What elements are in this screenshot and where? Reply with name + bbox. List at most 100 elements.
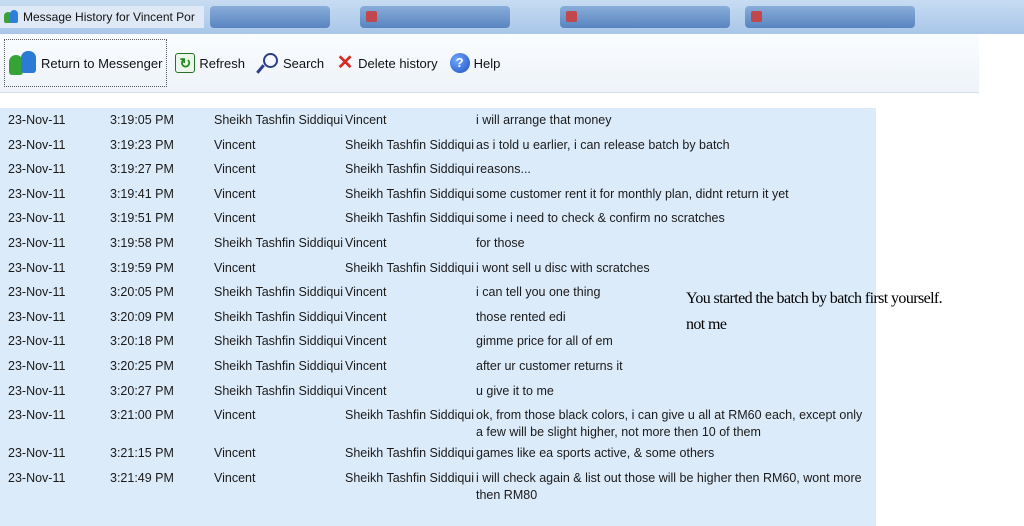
search-button[interactable]: Search <box>253 41 328 85</box>
row-date: 23-Nov-11 <box>8 285 66 300</box>
help-label: Help <box>473 55 501 71</box>
row-from: Sheikh Tashfin Siddiqui <box>214 309 344 324</box>
row-time: 3:21:00 PM <box>110 408 174 423</box>
row-message: reasons... <box>476 162 531 177</box>
messenger-buddies-icon <box>9 49 37 77</box>
row-time: 3:19:23 PM <box>110 137 174 152</box>
table-row[interactable]: 23-Nov-11 3:19:41 PM Vincent Sheikh Tashfin… <box>0 182 876 207</box>
window-title-area: Message History for Vincent Por <box>0 6 204 28</box>
return-to-messenger-button[interactable]: Return to Messenger <box>4 39 168 87</box>
row-time: 3:21:49 PM <box>110 470 174 485</box>
row-time: 3:19:58 PM <box>110 235 174 250</box>
table-row[interactable]: 23-Nov-11 3:21:49 PM Vincent Sheikh Tashfin… <box>0 466 876 504</box>
row-time: 3:20:09 PM <box>110 309 174 324</box>
blurred-taskbar-item[interactable] <box>560 6 730 28</box>
row-to: Sheikh Tashfin Siddiqui <box>345 470 475 485</box>
row-date: 23-Nov-11 <box>8 334 66 349</box>
help-icon: ? <box>449 53 470 73</box>
row-message: u give it to me <box>476 383 554 398</box>
row-to: Vincent <box>345 334 387 349</box>
row-date: 23-Nov-11 <box>8 162 66 177</box>
row-to: Sheikh Tashfin Siddiqui <box>345 137 475 152</box>
row-message: some i need to check & confirm no scratc… <box>476 211 725 226</box>
delete-history-button[interactable]: ✕ Delete history <box>332 41 441 85</box>
table-row[interactable]: 23-Nov-11 3:19:23 PM Vincent Sheikh Tashfin… <box>0 133 876 158</box>
row-message: after ur customer returns it <box>476 358 623 373</box>
row-to: Vincent <box>345 285 387 300</box>
row-from: Vincent <box>214 186 256 201</box>
row-message: some customer rent it for monthly plan, … <box>476 186 789 201</box>
row-to: Vincent <box>345 383 387 398</box>
row-to: Sheikh Tashfin Siddiqui <box>345 211 475 226</box>
blurred-taskbar-item[interactable] <box>360 6 510 28</box>
row-date: 23-Nov-11 <box>8 309 66 324</box>
row-to: Sheikh Tashfin Siddiqui <box>345 162 475 177</box>
window-title: Message History for Vincent Por <box>23 10 195 24</box>
row-date: 23-Nov-11 <box>8 186 66 201</box>
row-date: 23-Nov-11 <box>8 470 66 485</box>
toolbar: Return to Messenger ↻ Refresh Search ✕ D… <box>0 34 979 93</box>
row-from: Vincent <box>214 260 256 275</box>
table-row[interactable]: 23-Nov-11 3:21:15 PM Vincent Sheikh Tashfin… <box>0 441 876 466</box>
refresh-icon: ↻ <box>175 53 196 73</box>
refresh-button[interactable]: ↻ Refresh <box>171 41 249 85</box>
row-from: Vincent <box>214 137 256 152</box>
row-from: Vincent <box>214 470 256 485</box>
delete-x-icon: ✕ <box>336 52 354 74</box>
row-from: Vincent <box>214 408 256 423</box>
table-row[interactable]: 23-Nov-11 3:19:59 PM Vincent Sheikh Tashfin… <box>0 256 876 281</box>
row-date: 23-Nov-11 <box>8 358 66 373</box>
row-time: 3:20:05 PM <box>110 285 174 300</box>
row-date: 23-Nov-11 <box>8 383 66 398</box>
row-from: Sheikh Tashfin Siddiqui <box>214 235 344 250</box>
row-time: 3:20:25 PM <box>110 358 174 373</box>
row-message: i will check again & list out those will… <box>476 470 862 502</box>
background-taskbar <box>200 2 994 30</box>
row-message: for those <box>476 235 525 250</box>
row-time: 3:20:27 PM <box>110 383 174 398</box>
row-date: 23-Nov-11 <box>8 235 66 250</box>
delete-history-label: Delete history <box>358 55 438 71</box>
blurred-taskbar-item[interactable] <box>210 6 330 28</box>
row-date: 23-Nov-11 <box>8 260 66 275</box>
blurred-taskbar-item[interactable] <box>745 6 915 28</box>
annotation-line-2: not me <box>686 316 727 333</box>
row-to: Sheikh Tashfin Siddiqui <box>345 260 475 275</box>
row-to: Sheikh Tashfin Siddiqui <box>345 186 475 201</box>
search-icon <box>256 52 279 74</box>
row-from: Vincent <box>214 211 256 226</box>
row-to: Vincent <box>345 309 387 324</box>
row-date: 23-Nov-11 <box>8 113 66 127</box>
title-bar: Message History for Vincent Por <box>0 0 1024 34</box>
row-time: 3:21:15 PM <box>110 446 174 461</box>
row-to: Vincent <box>345 113 387 127</box>
annotation-line-1: You started the batch by batch first you… <box>686 290 943 307</box>
row-from: Sheikh Tashfin Siddiqui <box>214 113 344 127</box>
row-message: ok, from those black colors, i can give … <box>476 408 863 440</box>
table-row[interactable]: 23-Nov-11 3:20:25 PM Sheikh Tashfin Siddiq… <box>0 354 876 379</box>
table-row[interactable]: 23-Nov-11 3:19:58 PM Sheikh Tashfin Siddiq… <box>0 231 876 256</box>
row-to: Vincent <box>345 235 387 250</box>
row-message: games like ea sports active, & some othe… <box>476 446 715 461</box>
table-row[interactable]: 23-Nov-11 3:19:51 PM Vincent Sheikh Tashfin… <box>0 206 876 231</box>
row-date: 23-Nov-11 <box>8 137 66 152</box>
table-row[interactable]: 23-Nov-11 3:19:05 PM Sheikh Tashfin Siddiq… <box>0 108 876 133</box>
table-row[interactable]: 23-Nov-11 3:19:27 PM Vincent Sheikh Tashfin… <box>0 157 876 182</box>
row-time: 3:19:59 PM <box>110 260 174 275</box>
row-message: i wont sell u disc with scratches <box>476 260 650 275</box>
row-message: i will arrange that money <box>476 113 612 127</box>
row-to: Sheikh Tashfin Siddiqui <box>345 408 475 423</box>
row-time: 3:19:41 PM <box>110 186 174 201</box>
row-to: Vincent <box>345 358 387 373</box>
table-row[interactable]: 23-Nov-11 3:20:27 PM Sheikh Tashfin Siddiq… <box>0 379 876 404</box>
row-date: 23-Nov-11 <box>8 408 66 423</box>
row-message: as i told u earlier, i can release batch… <box>476 137 730 152</box>
row-date: 23-Nov-11 <box>8 446 66 461</box>
row-date: 23-Nov-11 <box>8 211 66 226</box>
help-button[interactable]: ? Help <box>446 41 505 85</box>
table-row[interactable]: 23-Nov-11 3:21:00 PM Vincent Sheikh Tashfin… <box>0 403 876 441</box>
refresh-label: Refresh <box>199 55 245 71</box>
row-time: 3:19:05 PM <box>110 113 174 127</box>
row-time: 3:19:51 PM <box>110 211 174 226</box>
row-from: Sheikh Tashfin Siddiqui <box>214 285 344 300</box>
